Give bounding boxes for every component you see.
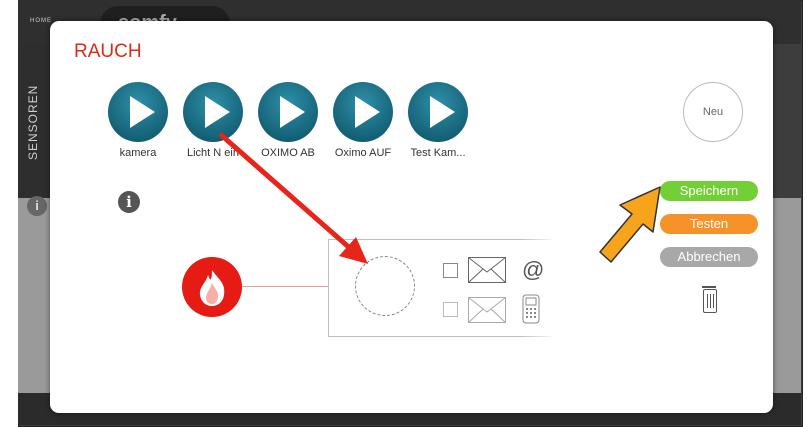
orange-pointer-arrow	[599, 186, 661, 263]
red-annotation-arrow	[218, 132, 368, 264]
annotation-overlay	[218, 132, 661, 264]
